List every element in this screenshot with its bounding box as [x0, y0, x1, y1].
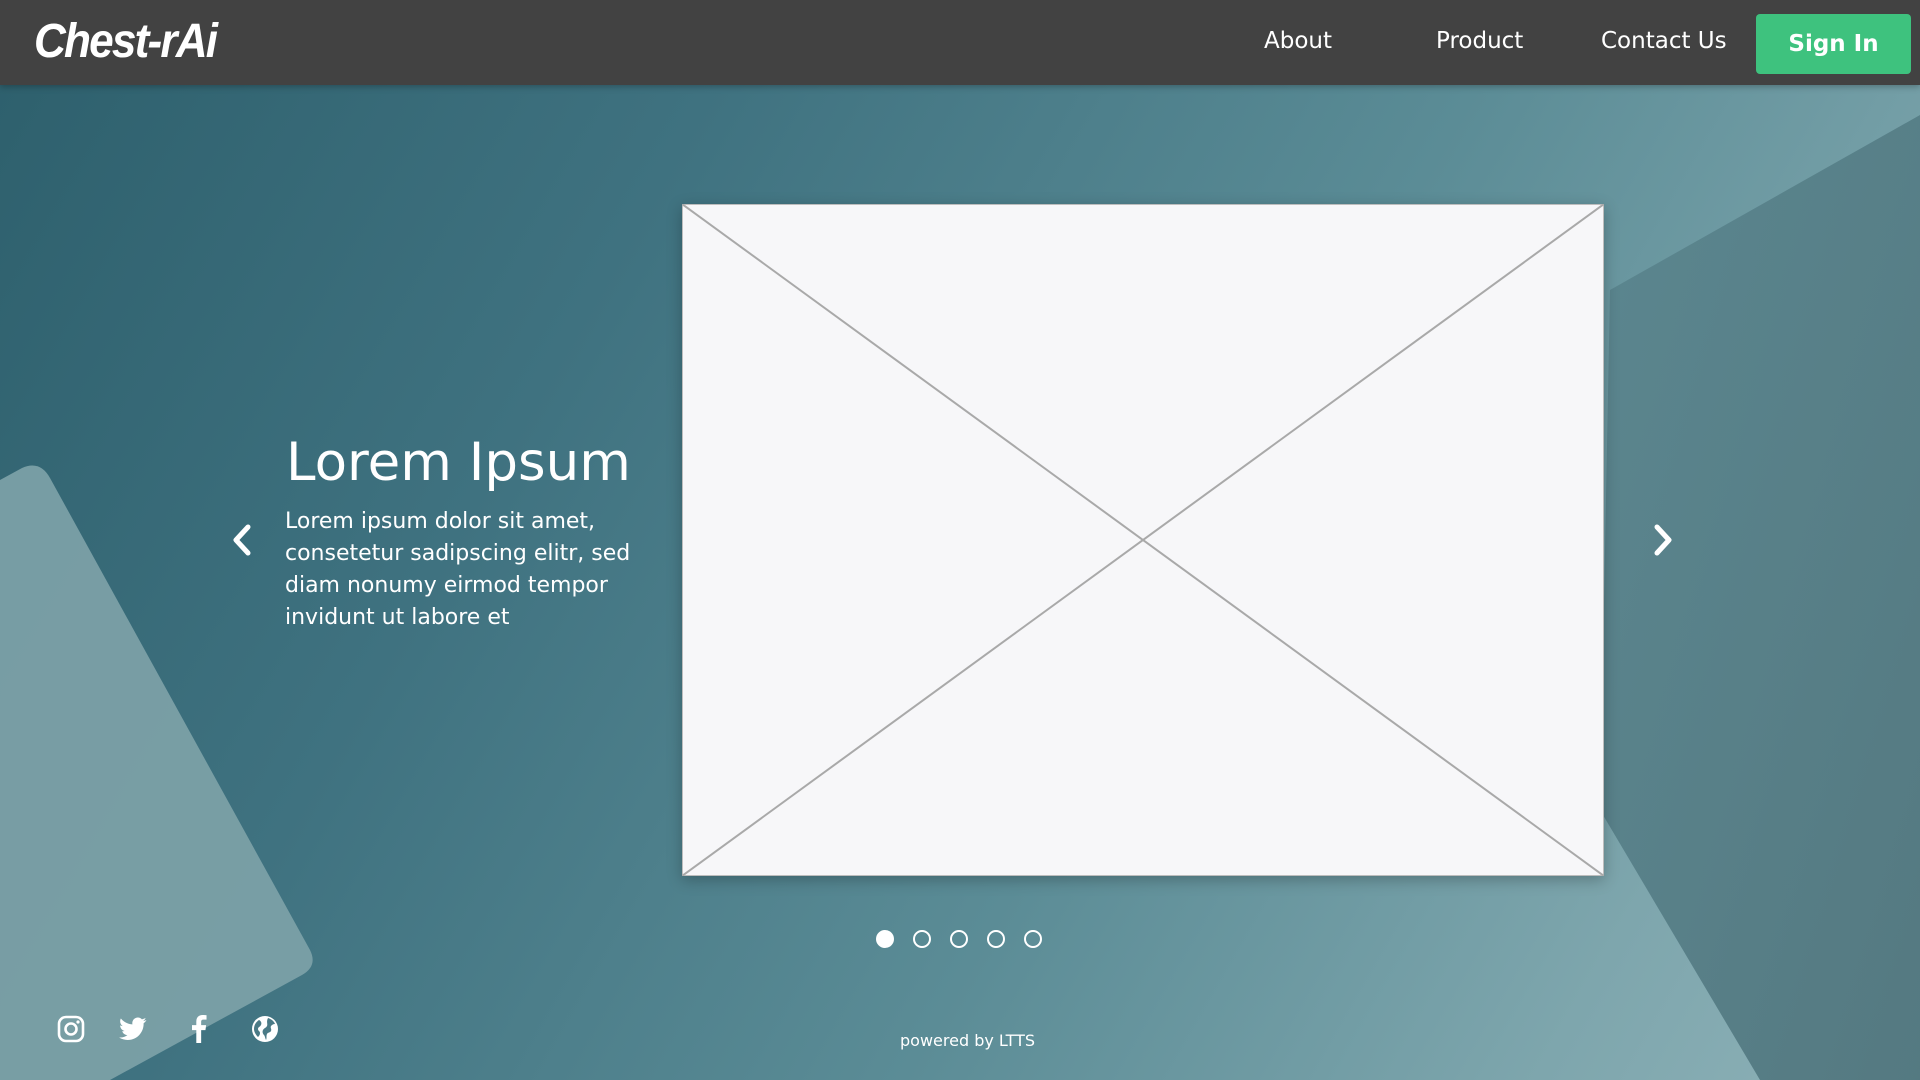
instagram-link[interactable]	[54, 1012, 88, 1046]
carousel-dot-5[interactable]	[1024, 930, 1042, 948]
carousel-dot-4[interactable]	[987, 930, 1005, 948]
logo[interactable]: Chest-rAi	[34, 14, 218, 69]
image-placeholder-icon	[682, 204, 1604, 876]
hero-description: Lorem ipsum dolor sit amet, consetetur s…	[285, 509, 631, 630]
top-navbar: Chest-rAi About Product Contact Us Sign …	[0, 0, 1920, 85]
chevron-left-icon	[233, 524, 251, 556]
instagram-icon	[57, 1015, 85, 1043]
carousel-prev-button[interactable]	[222, 515, 262, 565]
hero-title: Lorem Ipsum	[286, 432, 631, 493]
facebook-link[interactable]	[182, 1012, 216, 1046]
carousel-next-button[interactable]	[1643, 515, 1683, 565]
sign-in-button[interactable]: Sign In	[1756, 14, 1911, 74]
carousel-image-placeholder	[682, 204, 1604, 876]
carousel-dot-1[interactable]	[876, 930, 894, 948]
twitter-link[interactable]	[116, 1012, 150, 1046]
nav-about-link[interactable]: About	[1264, 28, 1332, 54]
carousel-indicators	[876, 929, 1042, 949]
carousel-dot-3[interactable]	[950, 930, 968, 948]
facebook-icon	[192, 1015, 207, 1043]
powered-by-text: powered by LTTS	[900, 1031, 1036, 1050]
twitter-icon	[119, 1017, 147, 1040]
chevron-right-icon	[1654, 524, 1672, 556]
globe-icon	[252, 1016, 278, 1042]
nav-product-link[interactable]: Product	[1436, 28, 1523, 54]
nav-contact-link[interactable]: Contact Us	[1601, 28, 1727, 54]
website-link[interactable]	[248, 1012, 282, 1046]
carousel-dot-2[interactable]	[913, 930, 931, 948]
